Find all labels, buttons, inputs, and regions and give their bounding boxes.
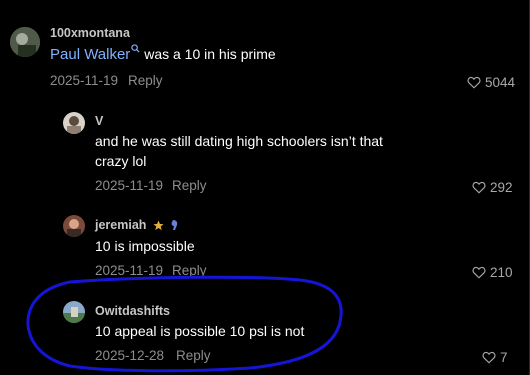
reply-button[interactable]: Reply [172, 178, 207, 193]
comment-date: 2025-11-19 [95, 263, 164, 278]
comment-text-line: and he was still dating high schoolers i… [95, 133, 383, 149]
like-button[interactable]: 292 [472, 180, 513, 195]
comment-date: 2025-12-28 [95, 348, 165, 363]
reply-button[interactable]: Reply [128, 73, 163, 88]
avatar[interactable] [63, 215, 85, 237]
like-button[interactable]: 5044 [467, 75, 515, 90]
avatar[interactable] [63, 301, 85, 323]
comment-username[interactable]: V [95, 114, 103, 128]
comment-username[interactable]: 100xmontana [50, 26, 130, 40]
reply-button[interactable]: Reply [176, 348, 211, 363]
mention-link[interactable]: Paul Walker [50, 46, 130, 63]
reply-button[interactable]: Reply [172, 263, 207, 278]
avatar[interactable] [10, 27, 40, 57]
comment-text: 10 is impossible [95, 238, 195, 254]
heart-outline-icon [467, 76, 481, 89]
comment-text-line: crazy lol [95, 153, 147, 169]
badge-icon [171, 220, 178, 230]
search-icon [131, 44, 140, 53]
comment-body: was a 10 in his prime [140, 46, 276, 62]
comment-username[interactable]: jeremiah [95, 218, 146, 232]
comment-text: Paul Walker was a 10 in his prime [50, 44, 276, 65]
like-button[interactable]: 7 [482, 350, 508, 365]
comment-date: 2025-11-19 [50, 73, 119, 88]
heart-outline-icon [482, 351, 496, 364]
comment-date: 2025-11-19 [95, 178, 164, 193]
star-icon [153, 220, 164, 231]
comment-username[interactable]: Owitdashifts [95, 304, 170, 318]
avatar[interactable] [63, 112, 85, 134]
heart-outline-icon [472, 266, 486, 279]
heart-outline-icon [472, 181, 486, 194]
like-count: 7 [500, 350, 508, 365]
like-count: 292 [490, 180, 513, 195]
like-button[interactable]: 210 [472, 265, 513, 280]
like-count: 5044 [485, 75, 516, 90]
like-count: 210 [490, 265, 513, 280]
comment-text: 10 appeal is possible 10 psl is not [95, 323, 305, 339]
